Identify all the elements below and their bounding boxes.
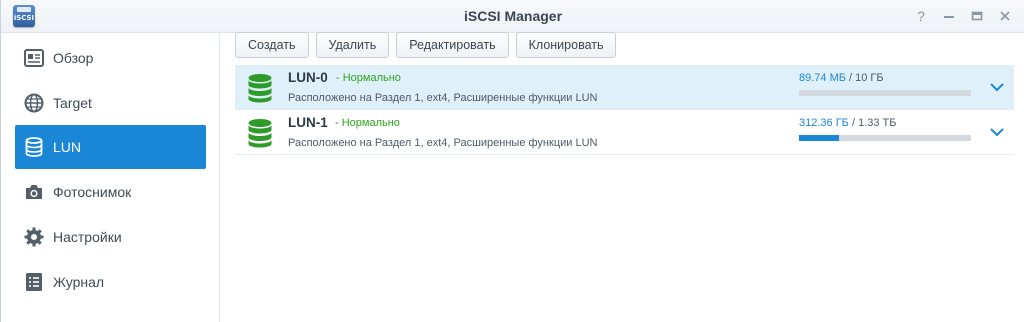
overview-icon	[23, 47, 45, 69]
sidebar-item-settings[interactable]: Настройки	[15, 215, 206, 259]
sidebar-item-snapshot[interactable]: Фотоснимок	[15, 170, 206, 214]
delete-button[interactable]: Удалить	[315, 32, 390, 58]
lun-description: Расположено на Раздел 1, ext4, Расширенн…	[288, 137, 598, 149]
lun-total: / 10 ГБ	[849, 72, 884, 84]
sidebar-item-label: Настройки	[53, 229, 122, 245]
database-icon	[23, 136, 45, 158]
lun-disk-icon	[248, 119, 272, 148]
chevron-down-icon[interactable]	[989, 79, 1005, 95]
lun-usage-bar	[799, 90, 971, 96]
lun-usage-bar-fill	[799, 135, 839, 141]
sidebar-item-label: Журнал	[53, 274, 105, 290]
lun-disk-icon	[248, 74, 272, 103]
chevron-down-icon[interactable]	[989, 124, 1005, 140]
lun-name: LUN-1	[288, 115, 328, 130]
lun-usage-bar	[799, 135, 971, 141]
clone-button[interactable]: Клонировать	[515, 32, 617, 58]
lun-total: / 1.33 ТБ	[851, 117, 897, 129]
lun-status: - Нормально	[336, 72, 401, 84]
sidebar-item-label: Target	[53, 95, 92, 111]
lun-used: 89.74 МБ	[799, 72, 846, 84]
sidebar-item-label: Обзор	[53, 50, 94, 66]
lun-status: - Нормально	[335, 117, 400, 129]
lun-usage-text: 312.36 ГБ / 1.33 ТБ	[799, 117, 896, 129]
create-button[interactable]: Создать	[235, 32, 309, 58]
lun-used: 312.36 ГБ	[799, 117, 849, 129]
gear-icon	[23, 226, 45, 248]
lun-name: LUN-0	[288, 70, 328, 85]
sidebar-item-target[interactable]: Target	[15, 81, 206, 125]
maximize-icon[interactable]	[967, 7, 987, 25]
close-icon[interactable]	[995, 7, 1015, 25]
globe-icon	[23, 92, 45, 114]
toolbar: Создать Удалить Редактировать Клонироват…	[235, 32, 617, 58]
sidebar-item-label: Фотоснимок	[53, 184, 132, 200]
lun-list: LUN-0 - Нормально Расположено на Раздел …	[235, 65, 1014, 155]
sidebar-item-label: LUN	[53, 139, 82, 155]
lun-row[interactable]: LUN-1 - Нормально Расположено на Раздел …	[235, 110, 1014, 155]
help-icon[interactable]: ?	[911, 7, 931, 25]
sidebar: Обзор Target LUN Фотоснимок Настройки Жу…	[1, 33, 220, 322]
title-bar[interactable]: iSCSI iSCSI Manager ?	[1, 0, 1024, 33]
lun-row[interactable]: LUN-0 - Нормально Расположено на Раздел …	[235, 65, 1014, 110]
window-title: iSCSI Manager	[463, 8, 563, 24]
sidebar-item-log[interactable]: Журнал	[15, 260, 206, 304]
sidebar-item-overview[interactable]: Обзор	[15, 36, 206, 80]
edit-button[interactable]: Редактировать	[396, 32, 509, 58]
camera-icon	[23, 181, 45, 203]
lun-description: Расположено на Раздел 1, ext4, Расширенн…	[288, 92, 598, 104]
iscsi-manager-window: iSCSI iSCSI Manager ? Обзор Target LUN Ф…	[0, 0, 1024, 322]
minimize-icon[interactable]	[939, 7, 959, 25]
log-icon	[23, 271, 45, 293]
sidebar-item-lun[interactable]: LUN	[15, 125, 206, 169]
lun-usage-text: 89.74 МБ / 10 ГБ	[799, 72, 884, 84]
